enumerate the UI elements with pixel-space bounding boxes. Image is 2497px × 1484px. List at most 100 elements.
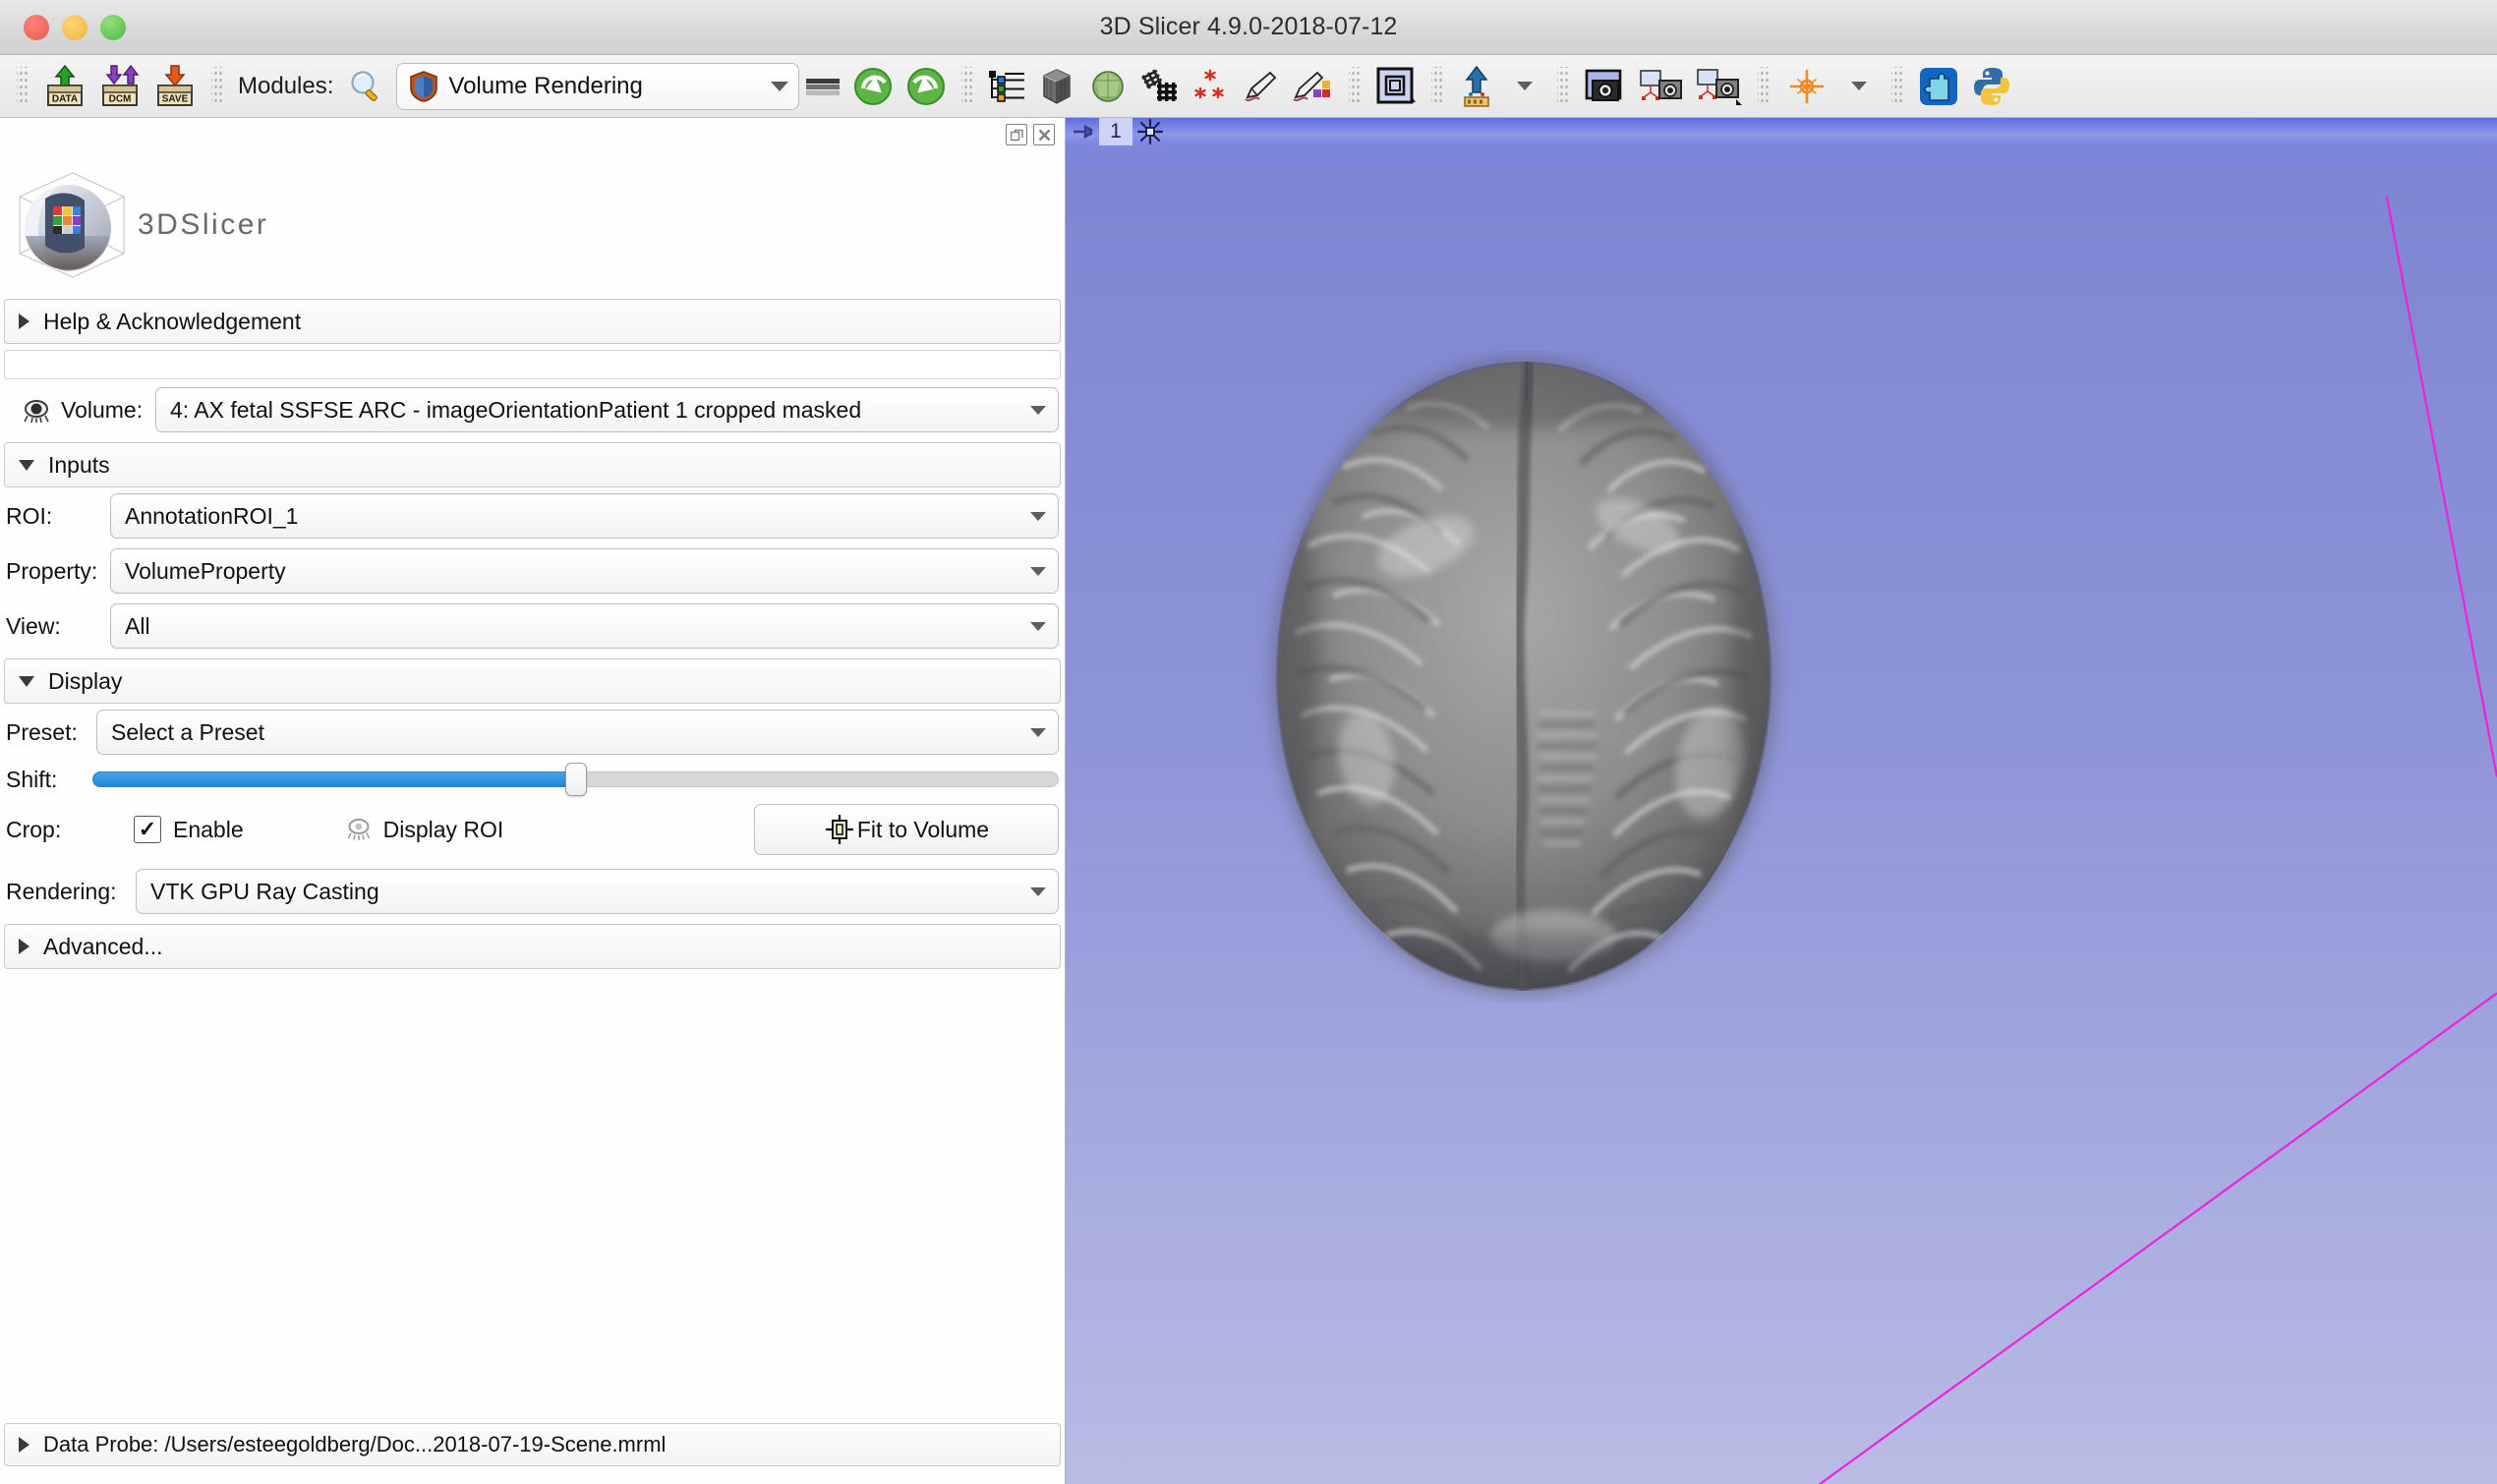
three-d-view[interactable]: 1 [1066,118,2497,1484]
load-scene-dropdown[interactable] [1501,59,1548,114]
scene-views-capture-button[interactable] [1690,59,1749,114]
crosshair-button[interactable] [1778,59,1835,114]
toolbar-grip[interactable] [17,67,29,106]
load-scene-button[interactable] [1452,59,1501,114]
display-roi-label[interactable]: Display ROI [383,817,504,843]
display-section[interactable]: Display [4,658,1061,704]
preset-selector-value: Select a Preset [111,719,1030,746]
property-selector-combo[interactable]: VolumeProperty [110,548,1059,594]
chevron-down-icon [1851,82,1867,90]
help-acknowledgement-section[interactable]: Help & Acknowledgement [4,299,1061,344]
fit-to-volume-button[interactable]: Fit to Volume [754,804,1059,855]
magnifier-icon [346,67,385,106]
brain-render [1248,350,1799,1002]
panel-spacer-bar [4,350,1061,379]
scene-views-button[interactable] [1633,59,1690,114]
advanced-label: Advanced... [43,934,162,960]
slicer-application-window: 3D Slicer 4.9.0-2018-07-12 DATA DCM [0,0,2497,1484]
fit-to-volume-icon [824,814,855,845]
toolbar-grip-4[interactable] [1349,67,1361,106]
advanced-section[interactable]: Advanced... [4,924,1061,969]
view-selector-combo[interactable]: All [110,603,1059,649]
shift-row: Shift: [0,765,1065,794]
toolbar-grip-3[interactable] [961,67,973,106]
display-label: Display [48,668,122,695]
toolbar-grip-6[interactable] [1557,67,1569,106]
preset-selector-combo[interactable]: Select a Preset [96,710,1059,755]
view-number-label[interactable]: 1 [1099,118,1132,145]
data-probe-section[interactable]: Data Probe: /Users/esteegoldberg/Doc...2… [4,1423,1061,1466]
volume-rendering-icon [409,71,438,102]
help-acknowledgement-label: Help & Acknowledgement [43,309,301,335]
module-back-button[interactable] [846,59,900,114]
module-history-icon [804,73,842,100]
three-d-render-canvas[interactable] [1066,167,2497,1484]
undock-panel-button[interactable] [1006,124,1027,145]
save-data-button[interactable]: SAVE [147,59,203,114]
python-console-icon [1970,65,2013,108]
markups-button[interactable] [1185,59,1236,114]
crop-enable-label: Enable [173,817,244,843]
module-history-button[interactable] [799,59,846,114]
main-body: 3DSlicer Help & Acknowledgement [0,118,2497,1484]
volumes-button[interactable] [1031,59,1082,114]
close-panel-button[interactable] [1033,124,1055,145]
segment-editor-button[interactable] [1287,59,1340,114]
crosshair-dropdown[interactable] [1835,59,1883,114]
inputs-section[interactable]: Inputs [4,442,1061,487]
display-roi-eye-icon[interactable] [342,816,376,843]
roi-selector-combo[interactable]: AnnotationROI_1 [110,493,1059,539]
models-button[interactable] [1082,59,1133,114]
maximize-view-icon[interactable] [1132,119,1168,144]
maximize-glyph [1137,119,1163,144]
roi-label: ROI: [6,503,110,530]
eye-open-icon[interactable] [20,397,53,423]
load-dicom-button[interactable]: DCM [92,59,147,114]
chevron-down-icon [1030,622,1046,631]
shift-slider[interactable] [92,765,1059,794]
crop-enable-checkbox[interactable]: ✓ [134,816,161,843]
scene-views-capture-icon [1695,66,1744,107]
window-titlebar: 3D Slicer 4.9.0-2018-07-12 [0,0,2497,55]
roi-row: ROI: AnnotationROI_1 [0,493,1065,539]
three-d-view-header: 1 [1066,118,2497,145]
python-console-button[interactable] [1965,59,2018,114]
module-search-button[interactable] [341,59,390,114]
data-probe-label: Data Probe: /Users/esteegoldberg/Doc...2… [43,1432,666,1457]
crosshair-icon [1783,65,1830,108]
rendering-selector-combo[interactable]: VTK GPU Ray Casting [136,869,1059,914]
rendering-label: Rendering: [6,879,136,905]
screen-capture-button[interactable] [1578,59,1633,114]
extension-manager-button[interactable] [1912,59,1965,114]
dcm-icon: DCM [97,64,143,109]
slicer-logo-text: 3DSlicer [138,208,268,242]
load-data-button[interactable]: DATA [37,59,92,114]
toolbar-grip-2[interactable] [211,67,223,106]
inputs-label: Inputs [48,452,110,479]
minimize-window-button[interactable] [62,15,87,40]
module-selector-combo[interactable]: Volume Rendering [396,63,799,110]
annotations-button[interactable] [1236,59,1287,114]
pin-icon[interactable] [1066,124,1099,140]
preset-label: Preset: [6,719,96,746]
volume-selector-combo[interactable]: 4: AX fetal SSFSE ARC - imageOrientation… [155,387,1059,432]
volume-selector-value: 4: AX fetal SSFSE ARC - imageOrientation… [170,397,1030,424]
segment-editor-icon [1292,67,1335,106]
main-toolbar: DATA DCM SAVE Modules: [0,55,2497,118]
save-icon: SAVE [152,64,198,109]
chevron-down-icon [1030,406,1046,415]
slicer-logo-row: 3DSlicer [0,151,1065,299]
toolbar-grip-7[interactable] [1758,67,1770,106]
toolbar-grip-8[interactable] [1891,67,1903,106]
layout-button[interactable] [1369,59,1423,114]
slider-handle[interactable] [565,763,587,796]
subject-hierarchy-button[interactable] [982,59,1031,114]
chevron-right-icon [19,939,29,954]
transforms-button[interactable] [1133,59,1185,114]
zoom-window-button[interactable] [100,15,126,40]
toolbar-grip-5[interactable] [1431,67,1443,106]
volume-row: Volume: 4: AX fetal SSFSE ARC - imageOri… [0,387,1065,432]
chevron-right-icon [19,1437,29,1453]
close-window-button[interactable] [24,15,49,40]
module-forward-button[interactable] [900,59,953,114]
